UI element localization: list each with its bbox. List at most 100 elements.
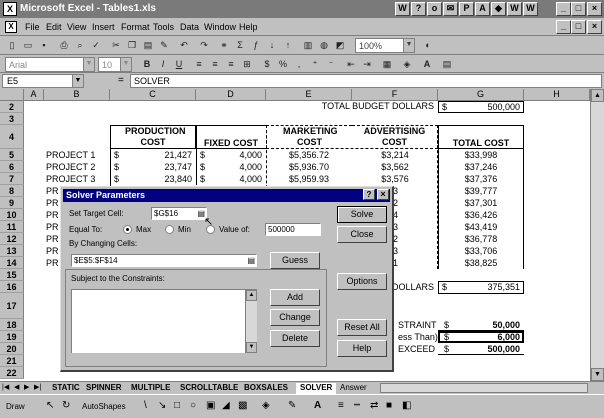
row-header[interactable]: 10 (0, 209, 24, 221)
menu-insert[interactable]: Insert (92, 22, 115, 32)
total-budget-label[interactable]: TOTAL BUDGET DOLLARS (300, 101, 434, 111)
office-access-icon[interactable]: A (475, 2, 490, 16)
map-icon[interactable]: ◍ (317, 38, 331, 52)
office-help-icon[interactable]: ? (411, 2, 426, 16)
copy-icon[interactable]: ❐ (125, 38, 139, 52)
doc-minimize-button[interactable]: _ (556, 20, 571, 34)
row-header[interactable]: 22 (0, 367, 24, 379)
advertising-cost[interactable]: $3,576 (352, 173, 438, 185)
project-name[interactable]: PR (46, 209, 59, 221)
constraints-listbox[interactable]: ▲ ▼ (71, 289, 257, 353)
name-box[interactable]: E5 ▼ (2, 74, 84, 88)
production-cost[interactable]: 23,840 (130, 173, 192, 185)
doc-maximize-button[interactable]: □ (571, 20, 586, 34)
fill-color-icon[interactable]: ◈ (262, 400, 270, 411)
function-icon[interactable]: ƒ (249, 38, 263, 52)
hyperlink-icon[interactable]: ⚭ (217, 38, 231, 52)
redo-icon[interactable]: ↷ (197, 38, 211, 52)
3d-icon[interactable]: ◧ (402, 400, 411, 411)
format-painter-icon[interactable]: ✎ (157, 38, 171, 52)
row-header[interactable]: 3 (0, 113, 24, 125)
column-header-f[interactable]: F (352, 89, 438, 101)
office-powerpoint-icon[interactable]: P (459, 2, 474, 16)
row-header[interactable]: 14 (0, 257, 24, 269)
set-target-input[interactable]: $G$16 ▤ (151, 207, 207, 220)
header-total-cost[interactable]: TOTAL COST (438, 125, 524, 149)
row-header[interactable]: 9 (0, 197, 24, 209)
chart-wizard-icon[interactable]: ▥ (301, 38, 315, 52)
row-header[interactable]: 11 (0, 221, 24, 233)
scroll-down-icon[interactable]: ▼ (246, 342, 257, 353)
borders-icon[interactable]: ▦ (380, 57, 394, 71)
max-radio[interactable] (123, 225, 132, 234)
min-radio[interactable] (165, 225, 174, 234)
office-assistant-icon[interactable]: ◐ (421, 38, 435, 52)
project-name[interactable]: PR (46, 185, 59, 197)
shadow-icon[interactable]: ■ (386, 400, 392, 411)
total-cost[interactable]: $36,426 (438, 209, 524, 221)
merge-center-icon[interactable]: ⊞ (240, 57, 254, 71)
column-header-g[interactable]: G (438, 89, 524, 101)
scroll-down-icon[interactable]: ▼ (591, 368, 604, 381)
app-maximize-button[interactable]: □ (571, 2, 586, 16)
save-icon[interactable]: ▪ (37, 38, 51, 52)
autosum-icon[interactable]: Σ (233, 38, 247, 52)
project-name[interactable]: PR (46, 257, 59, 269)
total-cost[interactable]: $33,998 (438, 149, 524, 161)
row-header[interactable]: 5 (0, 149, 24, 161)
help-button[interactable]: Help (337, 340, 387, 357)
header-advertising-cost[interactable]: ADVERTISING COST (352, 125, 438, 149)
total-cost[interactable]: $36,778 (438, 233, 524, 245)
sort-descending-icon[interactable]: ↑ (281, 38, 295, 52)
constraint-label[interactable]: STRAINT (398, 319, 437, 331)
column-header-b[interactable]: B (44, 89, 110, 101)
bold-button[interactable]: B (140, 57, 154, 71)
font-name-dropdown-icon[interactable]: ▼ (83, 58, 94, 71)
next-sheet-icon[interactable]: ▶ (24, 383, 29, 391)
office-word-icon[interactable]: W (395, 2, 410, 16)
menu-tools[interactable]: Tools (153, 22, 174, 32)
menu-edit[interactable]: Edit (46, 22, 62, 32)
increase-indent-icon[interactable]: ⇥ (360, 57, 374, 71)
project-name[interactable]: PR (46, 233, 59, 245)
value-of-label[interactable]: Value of: (219, 225, 250, 234)
row-header[interactable]: 21 (0, 355, 24, 367)
project-name[interactable]: PROJECT 3 (46, 173, 95, 185)
guess-button[interactable]: Guess (270, 252, 320, 269)
office-outlook-icon[interactable]: o (427, 2, 442, 16)
line-style-icon[interactable]: ≡ (338, 400, 344, 411)
oval-icon[interactable]: ○ (190, 400, 196, 411)
menu-window[interactable]: Window (204, 22, 236, 32)
zoom-dropdown-icon[interactable]: ▼ (403, 39, 414, 52)
decrease-indent-icon[interactable]: ⇤ (344, 57, 358, 71)
marketing-cost[interactable]: $5,356.72 (266, 149, 352, 161)
vertical-scrollbar[interactable]: ▲ ▼ (590, 89, 604, 381)
print-preview-icon[interactable]: ⌕ (73, 38, 87, 52)
production-cost[interactable]: 21,427 (130, 149, 192, 161)
marketing-cost[interactable]: $5,936.70 (266, 161, 352, 173)
excel-app-icon[interactable]: X (3, 2, 17, 16)
total-cost[interactable]: $37,301 (438, 197, 524, 209)
line-color-icon[interactable]: ✎ (288, 400, 296, 411)
column-header-e[interactable]: E (266, 89, 352, 101)
italic-button[interactable]: I (156, 57, 170, 71)
delete-button[interactable]: Delete (270, 330, 320, 347)
menu-view[interactable]: View (67, 22, 86, 32)
column-header-d[interactable]: D (196, 89, 266, 101)
font-size-dropdown-icon[interactable]: ▼ (120, 58, 131, 71)
close-button[interactable]: Close (337, 226, 387, 243)
row-header[interactable]: 16 (0, 281, 24, 293)
app-minimize-button[interactable]: _ (556, 2, 571, 16)
underline-button[interactable]: U (172, 57, 186, 71)
menu-file[interactable]: File (25, 22, 40, 32)
project-name[interactable]: PR (46, 245, 59, 257)
dash-style-icon[interactable]: ┅ (354, 400, 360, 411)
constraints-scrollbar[interactable]: ▲ ▼ (245, 290, 257, 353)
less-than-label[interactable]: ess Than) (398, 331, 438, 343)
name-box-dropdown-icon[interactable]: ▼ (72, 75, 83, 87)
open-icon[interactable]: ▭ (21, 38, 35, 52)
project-name[interactable]: PROJECT 2 (46, 161, 95, 173)
total-budget-cell[interactable]: $ 500,000 (438, 101, 524, 113)
fixed-cost[interactable]: 4,000 (210, 173, 262, 185)
font-size-select[interactable]: 10 ▼ (98, 57, 132, 72)
